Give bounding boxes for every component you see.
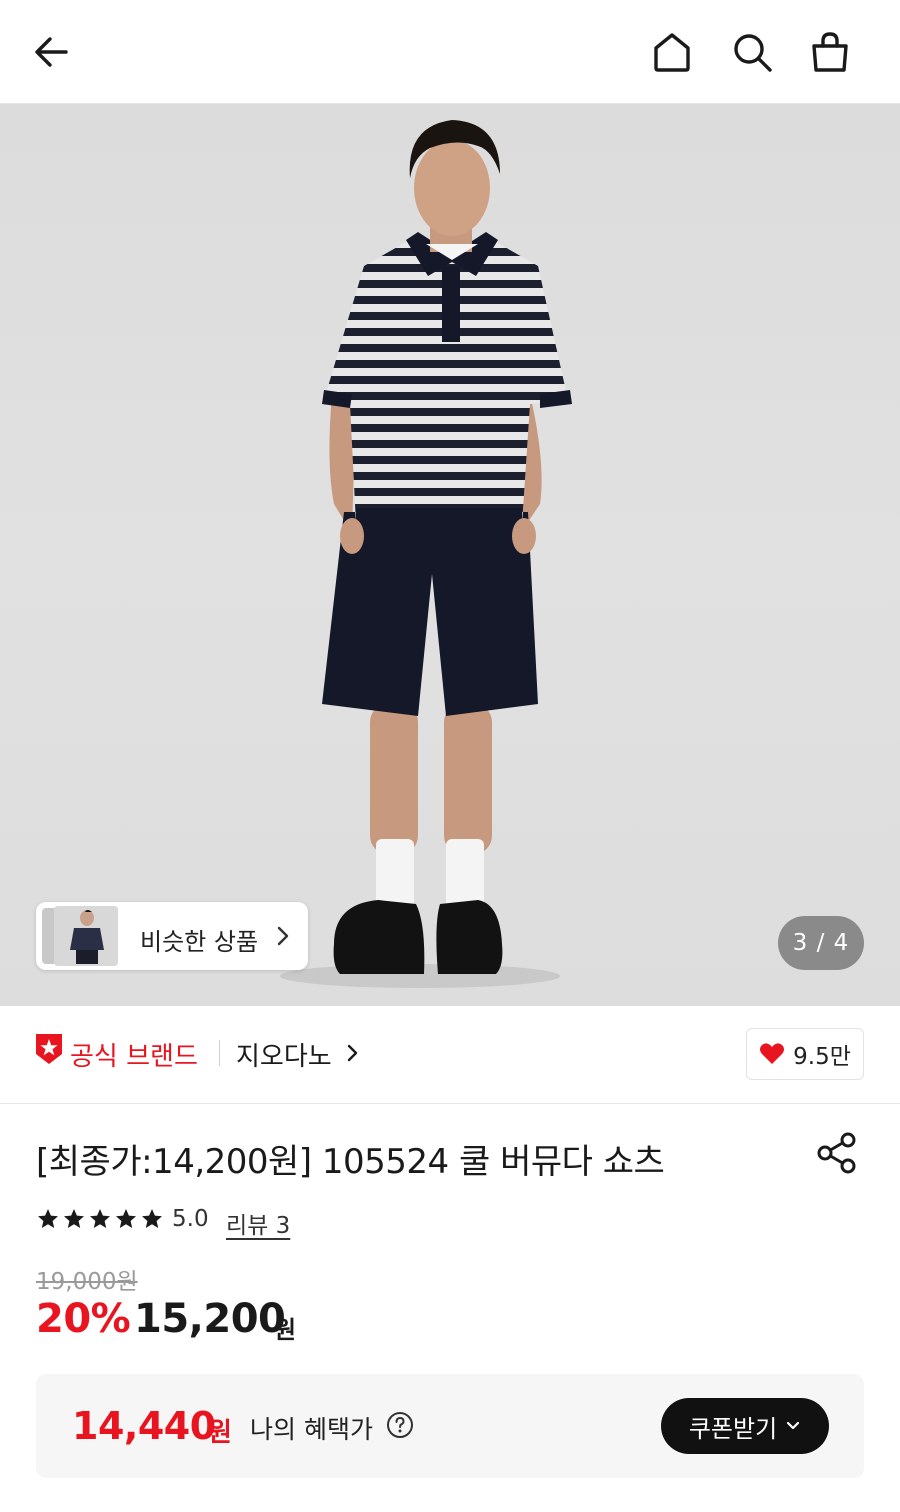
product-image-gallery[interactable]: 비슷한 상품 3 / 4 bbox=[0, 104, 900, 1006]
official-brand-label: 공식 브랜드 bbox=[70, 1042, 198, 1072]
like-button[interactable]: 9.5만 bbox=[746, 1028, 864, 1080]
similar-products-label: 비슷한 상품 bbox=[140, 928, 259, 956]
discount-rate: 20% bbox=[36, 1296, 131, 1342]
star-icon bbox=[142, 1209, 162, 1228]
chevron-down-icon bbox=[787, 1421, 800, 1430]
similar-product-thumbnail bbox=[54, 906, 118, 966]
shopping-bag-icon bbox=[812, 32, 848, 72]
star-icon bbox=[116, 1209, 136, 1228]
chevron-right-icon bbox=[347, 1044, 358, 1062]
product-title: [최종가:14,200원] 105524 쿨 버뮤다 쇼츠 bbox=[36, 1142, 665, 1182]
top-navigation-bar bbox=[0, 0, 900, 104]
benefit-price: 14,440 bbox=[72, 1404, 216, 1448]
benefit-price-panel: 14,440 원 나의 혜택가 쿠폰받기 bbox=[36, 1374, 864, 1478]
rating-score: 5.0 bbox=[172, 1206, 209, 1232]
original-price: 19,000원 bbox=[36, 1269, 138, 1295]
star-rating bbox=[36, 1207, 164, 1231]
home-button[interactable] bbox=[642, 22, 702, 82]
product-photo bbox=[280, 120, 572, 988]
review-link[interactable]: 리뷰 3 bbox=[226, 1206, 290, 1240]
brand-name-link[interactable]: 지오다노 bbox=[236, 1036, 332, 1073]
brand-divider bbox=[219, 1040, 220, 1066]
back-button[interactable] bbox=[22, 22, 82, 82]
star-icon bbox=[64, 1209, 84, 1228]
sale-price: 15,200 bbox=[134, 1296, 286, 1342]
benefit-price-label: 나의 혜택가 bbox=[250, 1415, 373, 1444]
heart-icon bbox=[760, 1043, 785, 1064]
rating-row: 5.0 bbox=[36, 1206, 209, 1232]
cart-button[interactable] bbox=[800, 22, 860, 82]
share-icon[interactable] bbox=[814, 1130, 860, 1176]
star-icon bbox=[38, 1209, 58, 1228]
benefit-price-unit: 원 bbox=[208, 1418, 232, 1448]
star-icon bbox=[90, 1209, 110, 1228]
search-icon bbox=[734, 34, 772, 72]
chevron-right-icon bbox=[277, 926, 289, 946]
official-badge-icon bbox=[36, 1034, 62, 1064]
help-icon[interactable] bbox=[386, 1411, 414, 1439]
similar-products-button[interactable]: 비슷한 상품 bbox=[36, 902, 308, 970]
search-button[interactable] bbox=[722, 22, 782, 82]
image-counter: 3 / 4 bbox=[778, 916, 864, 970]
get-coupon-label: 쿠폰받기 bbox=[688, 1414, 778, 1443]
get-coupon-button[interactable]: 쿠폰받기 bbox=[661, 1398, 829, 1454]
back-arrow-icon bbox=[35, 37, 68, 67]
price-unit: 원 bbox=[274, 1316, 297, 1344]
like-count: 9.5만 bbox=[793, 1044, 851, 1070]
home-icon bbox=[654, 33, 690, 72]
